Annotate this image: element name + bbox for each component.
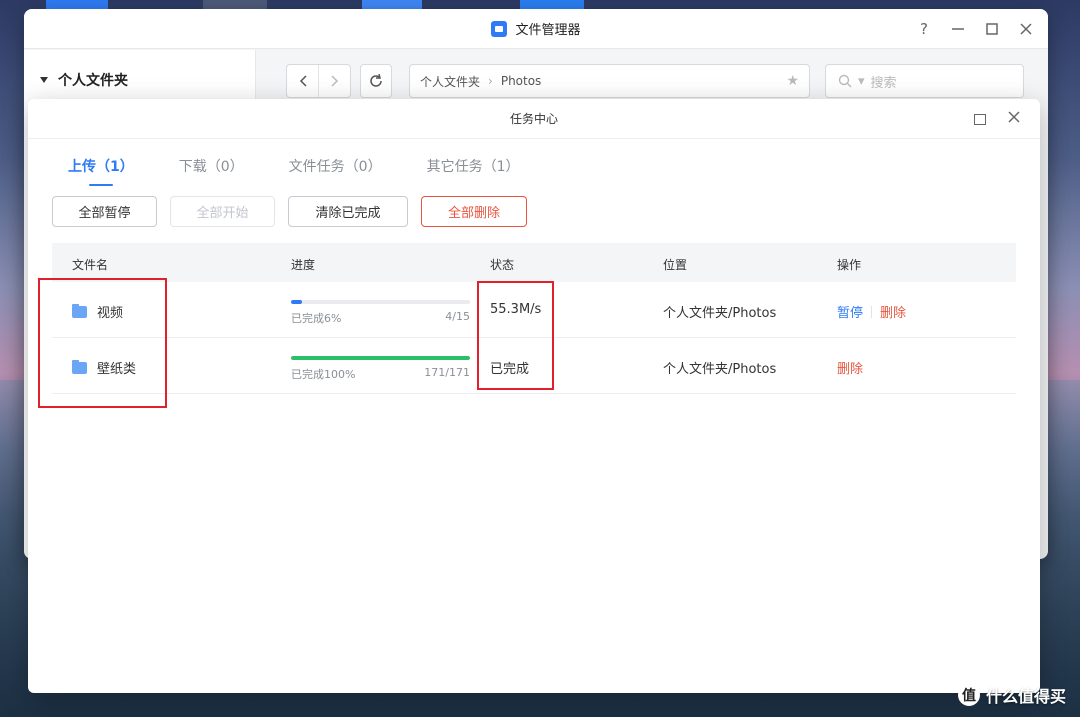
window-title: 文件管理器 [515, 23, 581, 38]
task-center-title: 任务中心 [509, 112, 558, 126]
task-tabs: 上传（1） 下载（0） 文件任务（0） 其它任务（1） [68, 156, 520, 186]
annotation-highlight-names [38, 278, 167, 408]
close-icon[interactable] [1008, 111, 1020, 127]
progress-fill [291, 300, 302, 304]
task-location: 个人文件夹/Photos [663, 362, 777, 377]
tab-download[interactable]: 下载（0） [179, 156, 244, 186]
tab-upload[interactable]: 上传（1） [68, 156, 134, 186]
progress-text: 已完成6% [291, 312, 342, 325]
refresh-icon [370, 74, 382, 87]
divider [871, 305, 873, 318]
file-manager-titlebar[interactable]: 文件管理器 ? [24, 9, 1048, 49]
forward-button[interactable] [318, 65, 350, 97]
delete-link[interactable]: 删除 [880, 302, 906, 321]
progress-text: 已完成100% [291, 368, 356, 381]
favorite-star-icon[interactable]: ★ [786, 73, 799, 89]
search-placeholder: 搜索 [870, 75, 897, 91]
minimize-icon[interactable] [950, 21, 966, 37]
column-header-location: 位置 [663, 258, 688, 272]
close-icon[interactable] [1018, 21, 1034, 37]
watermark-logo-icon: 值 [957, 684, 980, 706]
column-header-progress: 进度 [291, 258, 316, 272]
table-header: 文件名 进度 状态 位置 操作 [52, 243, 1016, 282]
column-header-actions: 操作 [837, 258, 862, 272]
maximize-icon[interactable] [984, 21, 1000, 37]
breadcrumb-current[interactable]: Photos [501, 74, 541, 88]
path-bar[interactable]: 个人文件夹 › Photos ★ [409, 64, 810, 98]
progress-fill [291, 356, 470, 360]
sidebar-section-label: 个人文件夹 [58, 73, 128, 89]
column-header-name: 文件名 [72, 258, 109, 272]
watermark: 值 什么值得买 [957, 683, 1066, 707]
column-header-status: 状态 [490, 258, 515, 272]
task-center-dialog: 任务中心 上传（1） 下载（0） 文件任务（0） 其它任务（1） 全部暂停 全部… [28, 99, 1040, 693]
task-location: 个人文件夹/Photos [663, 306, 777, 321]
progress-count: 4/15 [445, 310, 470, 323]
search-icon [838, 74, 852, 88]
tab-file-tasks[interactable]: 文件任务（0） [289, 156, 382, 186]
watermark-text: 什么值得买 [985, 687, 1066, 706]
annotation-highlight-status [477, 281, 554, 390]
breadcrumb-separator-icon: › [488, 74, 493, 88]
toolbar: 个人文件夹 › Photos ★ ▾ 搜索 [286, 64, 1024, 98]
progress-cell: 已完成6% 4/15 [291, 300, 470, 326]
search-input[interactable]: ▾ 搜索 [825, 64, 1024, 98]
breadcrumb-root[interactable]: 个人文件夹 [420, 73, 480, 90]
sidebar-section-personal-folder[interactable]: 个人文件夹 [40, 70, 128, 90]
caret-down-icon [40, 77, 48, 83]
file-manager-app-icon [491, 20, 508, 37]
delete-link[interactable]: 删除 [837, 358, 863, 377]
nav-group [286, 64, 351, 98]
clear-completed-button[interactable]: 清除已完成 [288, 196, 408, 227]
help-icon[interactable]: ? [916, 20, 932, 38]
back-button[interactable] [287, 65, 318, 97]
search-options-icon[interactable]: ▾ [858, 74, 865, 89]
action-bar: 全部暂停 全部开始 清除已完成 全部删除 [52, 196, 527, 227]
start-all-button[interactable]: 全部开始 [170, 196, 275, 227]
maximize-icon[interactable] [974, 113, 986, 125]
tab-other-tasks[interactable]: 其它任务（1） [427, 156, 520, 186]
pause-all-button[interactable]: 全部暂停 [52, 196, 157, 227]
task-center-titlebar[interactable]: 任务中心 [28, 99, 1040, 139]
progress-bar [291, 356, 470, 360]
progress-count: 171/171 [424, 366, 470, 379]
delete-all-button[interactable]: 全部删除 [421, 196, 527, 227]
refresh-button[interactable] [360, 64, 392, 98]
progress-bar [291, 300, 470, 304]
progress-cell: 已完成100% 171/171 [291, 356, 470, 382]
pause-link[interactable]: 暂停 [837, 302, 863, 321]
